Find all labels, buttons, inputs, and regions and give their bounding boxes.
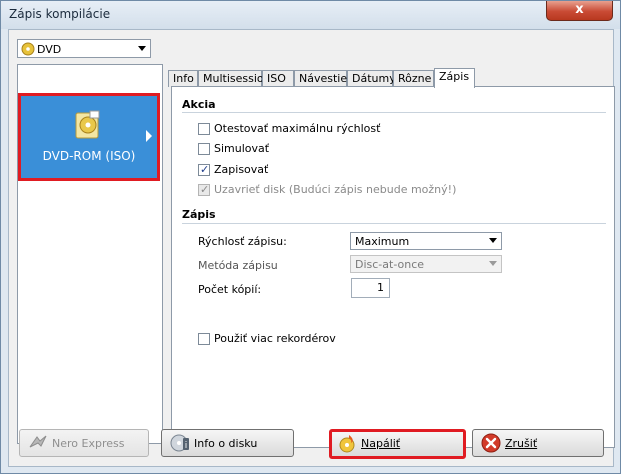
write-speed-label: Rýchlosť zápisu:	[198, 235, 287, 248]
dvd-icon	[21, 42, 35, 56]
nero-express-icon	[29, 435, 47, 448]
check-icon: ✓	[200, 163, 210, 176]
section-zapis-title: Zápis	[182, 208, 216, 221]
media-type-value: DVD	[37, 43, 62, 56]
dialog-client: DVD DVD-ROM (ISO) Info Multisession ISO …	[8, 29, 615, 467]
window-title: Zápis kompilácie	[9, 7, 111, 21]
write-speed-dropdown[interactable]: Maximum	[350, 232, 502, 250]
nero-express-button[interactable]: Nero Express	[19, 429, 149, 457]
section-divider	[182, 112, 606, 113]
tab-multisession[interactable]: Multisession	[198, 70, 271, 87]
chevron-down-icon	[138, 46, 146, 51]
tab-rozne[interactable]: Rôzne	[393, 70, 434, 87]
dvd-disc-icon	[75, 110, 100, 139]
tab-datumy[interactable]: Dátumy	[347, 70, 396, 87]
copies-input[interactable]: 1	[351, 278, 390, 298]
close-icon: x	[575, 2, 584, 17]
write-method-dropdown[interactable]: Disc-at-once	[350, 255, 502, 273]
section-akcia-title: Akcia	[182, 98, 216, 111]
dialog-window: Zápis kompilácie x DVD DVD-ROM (ISO) Inf…	[0, 0, 621, 474]
write-method-label: Metóda zápisu	[198, 259, 278, 272]
svg-text:i: i	[185, 441, 188, 451]
close-button[interactable]: x	[546, 1, 613, 21]
cancel-button[interactable]: Zrušiť	[472, 429, 604, 457]
media-item-label: DVD-ROM (ISO)	[42, 149, 136, 163]
burn-button[interactable]: Napáliť	[329, 429, 466, 459]
media-type-dropdown[interactable]: DVD	[17, 39, 151, 58]
title-bar[interactable]: Zápis kompilácie x	[1, 1, 620, 29]
write-speed-value: Maximum	[355, 235, 410, 248]
burn-disc-icon	[339, 435, 355, 453]
disc-info-icon: i	[170, 434, 189, 452]
tab-zapis[interactable]: Zápis	[434, 68, 475, 88]
disc-info-button[interactable]: i Info o disku	[161, 429, 294, 457]
copies-label: Počet kópií:	[198, 283, 262, 296]
check-icon: ✓	[200, 183, 210, 196]
tab-iso[interactable]: ISO	[262, 70, 294, 87]
cancel-icon	[481, 433, 501, 453]
chevron-down-icon	[489, 238, 497, 243]
section-divider	[182, 223, 606, 224]
write-method-value: Disc-at-once	[355, 258, 425, 271]
tab-navestie[interactable]: Návestie	[294, 70, 347, 87]
media-item-dvd-rom[interactable]: DVD-ROM (ISO)	[18, 93, 160, 181]
tab-info[interactable]: Info	[168, 70, 198, 87]
chevron-right-icon	[146, 130, 152, 142]
tab-content-zapis: Akcia Otestovať maximálnu rýchlosť Simul…	[171, 86, 615, 448]
chevron-down-icon	[489, 261, 497, 266]
